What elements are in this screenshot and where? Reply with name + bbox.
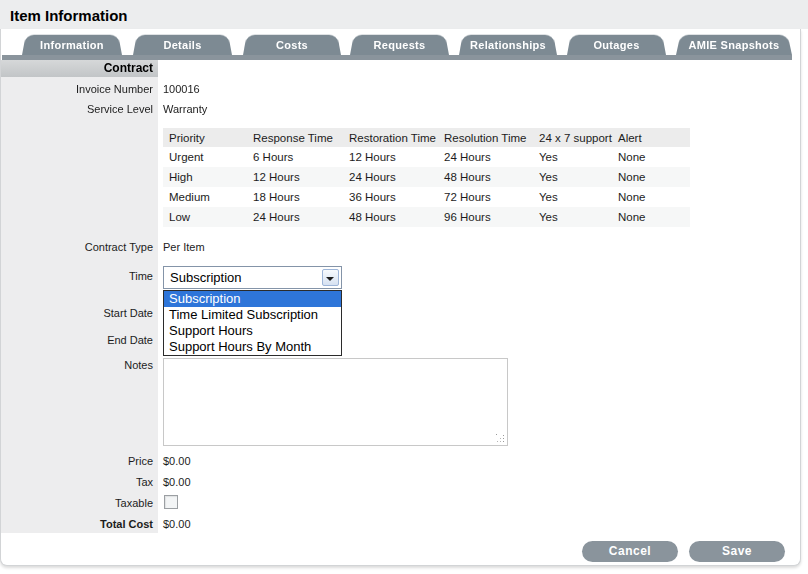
tab-requests[interactable]: Requests — [350, 33, 449, 55]
dropdown-option-subscription[interactable]: Subscription — [164, 291, 341, 307]
sla-col-resolution: Resolution Time — [438, 128, 533, 147]
tab-outages[interactable]: Outages — [567, 33, 666, 55]
tab-amie-snapshots[interactable]: AMIE Snapshots — [676, 33, 792, 55]
page-title: Item Information — [10, 7, 128, 24]
total-cost-value: $0.00 — [163, 517, 191, 531]
item-information-page: Item Information Information Details Cos… — [0, 0, 808, 574]
taxable-label: Taxable — [1, 496, 153, 510]
cancel-button[interactable]: Cancel — [582, 541, 678, 562]
dropdown-arrow-icon[interactable] — [322, 269, 339, 286]
dropdown-option-support-hours[interactable]: Support Hours — [164, 323, 341, 339]
time-select-value: Subscription — [170, 270, 242, 285]
notes-label: Notes — [1, 358, 153, 372]
sla-row-high: High 12 Hours 24 Hours 48 Hours Yes None — [163, 167, 690, 187]
sla-row-urgent: Urgent 6 Hours 12 Hours 24 Hours Yes Non… — [163, 147, 690, 167]
taxable-checkbox[interactable] — [164, 495, 178, 509]
contract-type-label: Contract Type — [1, 240, 153, 254]
invoice-number-value: 100016 — [163, 82, 200, 96]
sla-col-support: 24 x 7 support — [533, 128, 612, 147]
notes-textarea[interactable] — [163, 358, 508, 446]
end-date-label: End Date — [1, 333, 153, 347]
resize-grip-icon[interactable] — [496, 434, 504, 442]
price-value: $0.00 — [163, 454, 191, 468]
sla-col-restoration: Restoration Time — [343, 128, 438, 147]
sla-col-priority: Priority — [163, 128, 247, 147]
sla-row-medium: Medium 18 Hours 36 Hours 72 Hours Yes No… — [163, 187, 690, 207]
start-date-label: Start Date — [1, 306, 153, 320]
sla-row-low: Low 24 Hours 48 Hours 96 Hours Yes None — [163, 207, 690, 227]
tab-details[interactable]: Details — [133, 33, 232, 55]
tab-costs[interactable]: Costs — [243, 33, 341, 55]
invoice-number-label: Invoice Number — [1, 82, 153, 96]
content-panel: Information Details Costs Requests Relat… — [0, 29, 801, 566]
sla-table: Priority Response Time Restoration Time … — [163, 128, 690, 227]
service-level-value: Warranty — [163, 102, 207, 116]
page-header: Item Information — [0, 0, 808, 29]
tab-relationships[interactable]: Relationships — [459, 33, 557, 55]
contract-type-value: Per Item — [163, 240, 205, 254]
total-cost-label: Total Cost — [1, 517, 153, 531]
section-header-contract: Contract — [1, 60, 158, 77]
sla-header-row: Priority Response Time Restoration Time … — [163, 128, 690, 147]
sla-col-response: Response Time — [247, 128, 343, 147]
sla-col-alert: Alert — [612, 128, 690, 147]
time-label: Time — [1, 269, 153, 283]
dropdown-option-support-hours-by-month[interactable]: Support Hours By Month — [164, 339, 341, 355]
price-label: Price — [1, 454, 153, 468]
time-dropdown-list: Subscription Time Limited Subscription S… — [163, 290, 342, 356]
tax-label: Tax — [1, 475, 153, 489]
time-select[interactable]: Subscription — [163, 266, 342, 289]
tax-value: $0.00 — [163, 475, 191, 489]
dropdown-option-time-limited-subscription[interactable]: Time Limited Subscription — [164, 307, 341, 323]
save-button[interactable]: Save — [689, 541, 785, 562]
tab-information[interactable]: Information — [22, 33, 122, 55]
service-level-label: Service Level — [1, 102, 153, 116]
